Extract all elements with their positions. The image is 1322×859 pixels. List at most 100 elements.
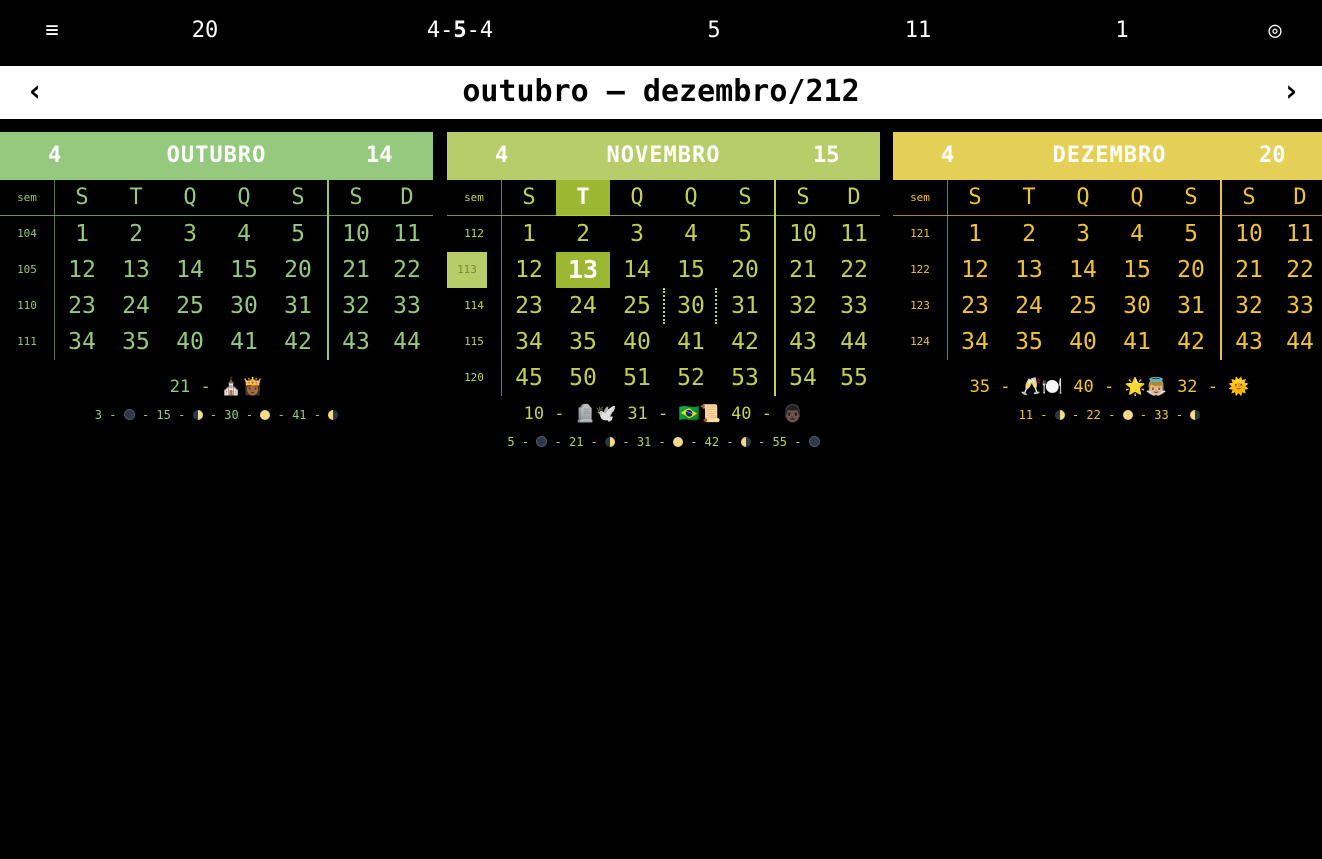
day-cell[interactable]: 51 <box>610 360 664 396</box>
day-cell[interactable]: 40 <box>610 324 664 360</box>
day-cell[interactable]: 30 <box>1110 288 1164 324</box>
day-cell[interactable]: 2 <box>556 216 610 252</box>
day-cell[interactable]: 14 <box>610 252 664 288</box>
day-cell[interactable]: 55 <box>827 360 881 396</box>
day-cell[interactable]: 1 <box>55 216 109 252</box>
day-cell[interactable]: 13 <box>109 252 163 288</box>
day-cell[interactable]: 34 <box>55 324 109 360</box>
day-cell[interactable]: 4 <box>217 216 271 252</box>
week-number[interactable]: 123 <box>893 288 947 324</box>
day-cell[interactable]: 13 <box>1002 252 1056 288</box>
day-cell[interactable]: 31 <box>1164 288 1218 324</box>
month-header[interactable]: 4 NOVEMBRO 15 <box>447 132 880 180</box>
day-cell[interactable]: 25 <box>610 288 664 324</box>
day-cell[interactable]: 3 <box>1056 216 1110 252</box>
day-cell[interactable]: 14 <box>163 252 217 288</box>
day-cell[interactable]: 44 <box>380 324 434 360</box>
day-cell[interactable]: 25 <box>163 288 217 324</box>
day-cell[interactable]: 41 <box>217 324 271 360</box>
day-cell[interactable]: 14 <box>1056 252 1110 288</box>
week-number[interactable]: 105 <box>0 252 54 288</box>
week-number[interactable]: 120 <box>447 360 501 396</box>
day-cell[interactable]: 20 <box>271 252 325 288</box>
day-cell[interactable]: 42 <box>718 324 772 360</box>
day-cell[interactable]: 52 <box>664 360 718 396</box>
day-cell[interactable]: 54 <box>776 360 830 396</box>
day-cell[interactable]: 32 <box>329 288 383 324</box>
day-cell[interactable]: 43 <box>1222 324 1276 360</box>
week-number[interactable]: 110 <box>0 288 54 324</box>
topbar-pattern[interactable]: 4-5-4 <box>427 18 493 44</box>
day-cell[interactable]: 53 <box>718 360 772 396</box>
day-cell[interactable]: 40 <box>163 324 217 360</box>
day-cell[interactable]: 23 <box>948 288 1002 324</box>
day-cell[interactable]: 15 <box>1110 252 1164 288</box>
day-cell[interactable]: 10 <box>329 216 383 252</box>
day-cell[interactable]: 35 <box>556 324 610 360</box>
day-cell[interactable]: 21 <box>329 252 383 288</box>
day-cell[interactable]: 44 <box>1273 324 1322 360</box>
day-cell[interactable]: 10 <box>1222 216 1276 252</box>
day-cell[interactable]: 15 <box>664 252 718 288</box>
day-cell[interactable]: 22 <box>827 252 881 288</box>
day-cell[interactable]: 12 <box>502 252 556 288</box>
day-cell[interactable]: 22 <box>380 252 434 288</box>
day-cell[interactable]: 20 <box>718 252 772 288</box>
day-cell[interactable]: 1 <box>502 216 556 252</box>
day-cell[interactable]: 4 <box>1110 216 1164 252</box>
day-cell[interactable]: 12 <box>55 252 109 288</box>
day-cell[interactable]: 21 <box>776 252 830 288</box>
menu-icon[interactable]: ≡ <box>45 18 58 44</box>
day-cell[interactable]: 34 <box>948 324 1002 360</box>
day-cell[interactable]: 45 <box>502 360 556 396</box>
day-cell[interactable]: 21 <box>1222 252 1276 288</box>
day-cell[interactable]: 3 <box>610 216 664 252</box>
week-number[interactable]: 115 <box>447 324 501 360</box>
week-number[interactable]: 112 <box>447 216 501 252</box>
day-cell[interactable]: 22 <box>1273 252 1322 288</box>
day-cell[interactable]: 2 <box>109 216 163 252</box>
day-cell[interactable]: 11 <box>380 216 434 252</box>
day-cell[interactable]: 25 <box>1056 288 1110 324</box>
day-cell[interactable]: 32 <box>776 288 830 324</box>
day-cell[interactable]: 41 <box>1110 324 1164 360</box>
day-cell[interactable]: 33 <box>380 288 434 324</box>
day-cell[interactable]: 31 <box>718 288 772 324</box>
month-header[interactable]: 4 OUTUBRO 14 <box>0 132 433 180</box>
day-cell[interactable]: 43 <box>329 324 383 360</box>
day-cell[interactable]: 33 <box>1273 288 1322 324</box>
day-cell[interactable]: 24 <box>109 288 163 324</box>
day-cell[interactable]: 4 <box>664 216 718 252</box>
next-arrow-icon[interactable]: › <box>1282 74 1300 110</box>
day-cell[interactable]: 5 <box>1164 216 1218 252</box>
day-cell[interactable]: 24 <box>556 288 610 324</box>
day-cell[interactable]: 2 <box>1002 216 1056 252</box>
day-cell[interactable]: 41 <box>664 324 718 360</box>
day-cell[interactable]: 11 <box>827 216 881 252</box>
day-cell[interactable]: 34 <box>502 324 556 360</box>
target-icon[interactable]: ◎ <box>1268 18 1281 44</box>
day-cell[interactable]: 33 <box>827 288 881 324</box>
day-cell[interactable]: 12 <box>948 252 1002 288</box>
week-number[interactable]: 122 <box>893 252 947 288</box>
day-cell[interactable]: 1 <box>948 216 1002 252</box>
day-cell[interactable]: 40 <box>1056 324 1110 360</box>
month-header[interactable]: 4 DEZEMBRO 20 <box>893 132 1322 180</box>
day-cell[interactable]: 30 <box>217 288 271 324</box>
day-cell[interactable]: 43 <box>776 324 830 360</box>
week-number[interactable]: 111 <box>0 324 54 360</box>
day-cell[interactable]: 5 <box>271 216 325 252</box>
week-number[interactable]: 121 <box>893 216 947 252</box>
day-cell[interactable]: 13 <box>556 252 610 288</box>
day-cell[interactable]: 15 <box>217 252 271 288</box>
day-cell[interactable]: 42 <box>271 324 325 360</box>
day-cell[interactable]: 5 <box>718 216 772 252</box>
day-cell[interactable]: 3 <box>163 216 217 252</box>
day-cell[interactable]: 24 <box>1002 288 1056 324</box>
day-cell[interactable]: 32 <box>1222 288 1276 324</box>
day-cell[interactable]: 23 <box>502 288 556 324</box>
day-cell[interactable]: 50 <box>556 360 610 396</box>
week-number[interactable]: 113 <box>447 252 487 288</box>
day-cell[interactable]: 10 <box>776 216 830 252</box>
day-cell[interactable]: 31 <box>271 288 325 324</box>
